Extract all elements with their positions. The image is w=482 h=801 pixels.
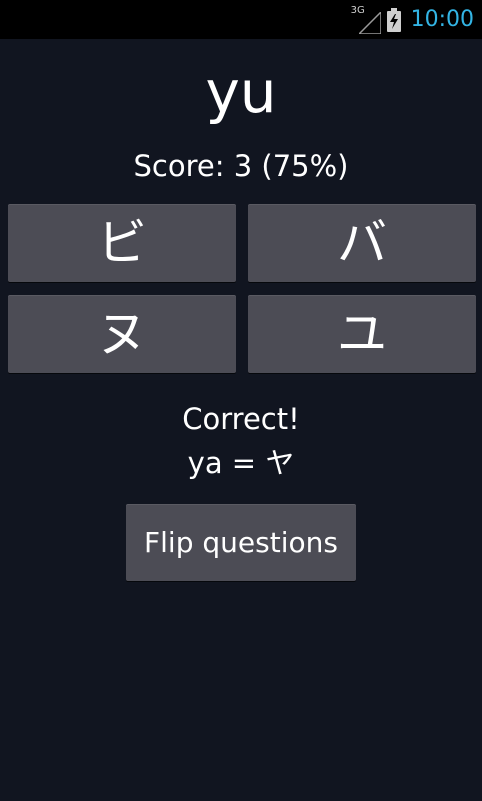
status-bar: 3G 10:00: [0, 0, 482, 39]
app-screen: 3G 10:00 yu Score: 3 (75%) ビ バ ヌ ユ Corre…: [0, 0, 482, 801]
answer-button-1[interactable]: ビ: [8, 204, 236, 282]
question-text: yu: [205, 58, 277, 126]
network-indicator: 3G: [351, 6, 381, 34]
signal-icon: [358, 12, 381, 34]
answer-button-4[interactable]: ユ: [248, 295, 476, 373]
flip-questions-button[interactable]: Flip questions: [126, 504, 356, 581]
answer-button-2[interactable]: バ: [248, 204, 476, 282]
feedback-text: Correct!: [182, 402, 300, 436]
feedback-detail: ya = ヤ: [187, 446, 295, 480]
clock: 10:00: [410, 7, 474, 32]
answer-button-3[interactable]: ヌ: [8, 295, 236, 373]
score-text: Score: 3 (75%): [133, 149, 349, 183]
status-icons: 3G 10:00: [351, 6, 474, 34]
battery-charging-icon: [386, 8, 401, 32]
